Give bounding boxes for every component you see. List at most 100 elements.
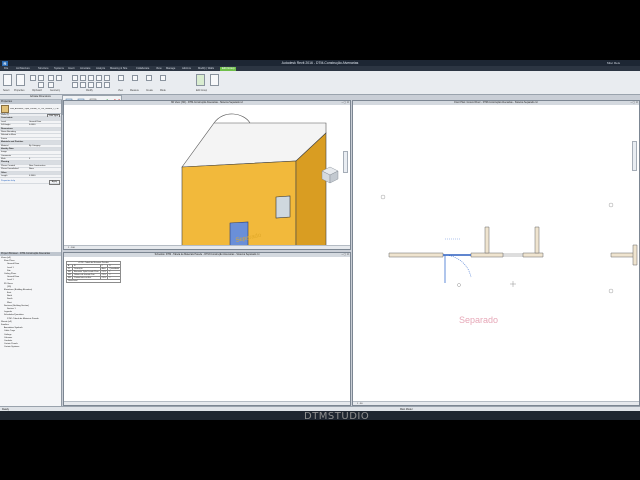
property-label: Material xyxy=(1,144,9,147)
group-label-modify: Modify xyxy=(86,90,93,92)
property-label: Phase Demolished xyxy=(1,168,19,171)
apply-button[interactable]: Apply xyxy=(48,180,60,186)
property-label: Materials and Finishes xyxy=(1,141,24,144)
wall-type-icon xyxy=(1,104,9,113)
property-label: Constraints xyxy=(1,117,13,120)
modify-select-icon[interactable] xyxy=(3,74,12,86)
browser-item[interactable]: Curtain Systems xyxy=(0,346,61,349)
floor-plan-label: Separado xyxy=(459,315,498,325)
window[interactable] xyxy=(275,195,291,219)
plan-wall[interactable] xyxy=(610,252,636,258)
group-label-properties: Properties xyxy=(14,90,25,92)
cursor-marker xyxy=(457,283,461,287)
property-label: Other xyxy=(1,171,7,174)
pin-icon[interactable] xyxy=(104,82,110,88)
plan-wall[interactable] xyxy=(484,226,490,254)
property-label: Dimensions xyxy=(1,127,13,130)
floor-plan-scale[interactable]: 1 : 50 xyxy=(357,403,362,405)
property-label: Sill Height xyxy=(1,124,11,127)
join-icon[interactable] xyxy=(48,75,54,81)
plan-window[interactable] xyxy=(503,253,523,257)
schedule-table[interactable]: <DTM - Tabela de Materiais Parede> A B C… xyxy=(65,261,122,283)
view-schedule[interactable]: Schedule: DTM - Tabela de Materiais Pare… xyxy=(63,252,351,406)
property-label: Phase Created xyxy=(1,164,15,167)
cope-icon[interactable] xyxy=(56,75,62,81)
property-label: Frame xyxy=(1,137,8,140)
property-label: Level xyxy=(1,120,6,123)
properties-footer: Properties help Apply xyxy=(0,180,61,186)
view-3d[interactable]: 3D View: {3D} - DTM-Construção Alvenaria… xyxy=(63,100,351,250)
crosshair xyxy=(510,281,516,287)
group-label-mode: Mode xyxy=(160,90,166,92)
create-group-icon[interactable] xyxy=(146,75,152,81)
rotate-icon[interactable] xyxy=(104,75,110,81)
grand-total: Grand total xyxy=(65,279,122,283)
window-controls-icon[interactable]: – ▢ ✕ xyxy=(341,253,349,257)
group-label-view: View xyxy=(118,90,123,92)
properties-icon[interactable] xyxy=(16,74,25,86)
ungroup-icon[interactable] xyxy=(210,74,219,86)
split-icon[interactable] xyxy=(80,82,86,88)
plan-wall[interactable] xyxy=(388,252,444,258)
property-value[interactable]: 0.3400 xyxy=(29,175,35,178)
navigation-bar[interactable] xyxy=(632,141,637,171)
elevation-marker[interactable] xyxy=(380,194,386,200)
revit-window: R Autodesk Revit 2016 - DTM-Construção A… xyxy=(0,60,640,420)
group-label-create: Create xyxy=(146,90,153,92)
type-selector[interactable]: Wall_Alvenaria_Tijolo_Furado_15_Cm_Reboc… xyxy=(0,104,61,114)
property-rows: Constraints Level Ground Floor Sill Height 0… xyxy=(0,117,61,179)
project-browser: Project Browser - DTM-Construção Alvenar… xyxy=(0,252,62,406)
browser-tree: Views (all) Floor Plans Ground Floor Level … xyxy=(0,256,61,349)
property-row[interactable]: Length 0.3400 xyxy=(0,175,61,179)
group-label-edit-group: Edit Group xyxy=(196,90,207,92)
plan-wall[interactable] xyxy=(534,226,540,254)
properties-help-link[interactable]: Properties help xyxy=(1,180,15,182)
property-label: Phasing xyxy=(1,161,10,164)
property-label: Image xyxy=(1,151,7,154)
ribbon: Select Properties Clipboard Geometry Mod… xyxy=(0,71,640,95)
cut-icon[interactable] xyxy=(38,75,44,81)
elevation-marker[interactable] xyxy=(608,202,614,208)
copy-icon[interactable] xyxy=(38,82,44,88)
group-label-select: Select xyxy=(3,90,10,92)
property-label: Mark xyxy=(1,158,6,161)
elevation-marker[interactable] xyxy=(608,288,614,294)
navigation-bar[interactable] xyxy=(343,151,348,173)
scale-icon[interactable] xyxy=(96,82,102,88)
properties-palette: Properties Wall_Alvenaria_Tijolo_Furado_… xyxy=(0,100,62,252)
floor-plan-canvas[interactable]: Separado xyxy=(353,105,639,395)
plan-wall[interactable] xyxy=(470,252,504,258)
view-3d-control-bar: 1 : 100 xyxy=(64,245,350,249)
align-icon[interactable] xyxy=(72,75,78,81)
user-name[interactable]: Misc Reis xyxy=(607,61,620,65)
trim-icon[interactable] xyxy=(72,82,78,88)
view-floor-plan[interactable]: Floor Plan: Ground Floor - DTM-Construçã… xyxy=(352,100,640,406)
offset-icon[interactable] xyxy=(80,75,86,81)
group-label-clipboard: Clipboard xyxy=(32,90,42,92)
activate-dimensions-label[interactable]: Activate Dimensions xyxy=(30,96,51,98)
schedule-status xyxy=(64,401,350,405)
3d-canvas[interactable]: Separado xyxy=(64,105,350,245)
cut-geometry-icon[interactable] xyxy=(48,82,54,88)
hide-icon[interactable] xyxy=(118,75,124,81)
view-3d-scale[interactable]: 1 : 100 xyxy=(68,247,75,249)
wall-top-curve xyxy=(213,113,251,124)
array-icon[interactable] xyxy=(88,82,94,88)
paste-icon[interactable] xyxy=(30,75,36,81)
property-label: Comments xyxy=(1,154,12,157)
door-swing xyxy=(442,254,472,278)
mirror-icon[interactable] xyxy=(88,75,94,81)
edit-group-icon[interactable] xyxy=(196,74,205,86)
project-name: DTM-Construção Alvenarias xyxy=(315,61,359,65)
schedule-title: Schedule: DTM - Tabela de Materiais Pare… xyxy=(64,253,350,257)
window-title: Autodesk Revit 2016 - DTM-Construção Alv… xyxy=(281,61,359,65)
wall-profile-icon[interactable] xyxy=(160,75,166,81)
plan-wall[interactable] xyxy=(522,252,544,258)
group-label-geometry: Geometry xyxy=(50,90,61,92)
plan-wall[interactable] xyxy=(632,244,638,266)
property-label: Related to Mass xyxy=(1,134,17,137)
move-icon[interactable] xyxy=(96,75,102,81)
property-label: Room Bounding xyxy=(1,130,16,133)
floor-plan-control-bar: 1 : 50 xyxy=(353,401,639,405)
measure-icon[interactable] xyxy=(132,75,138,81)
